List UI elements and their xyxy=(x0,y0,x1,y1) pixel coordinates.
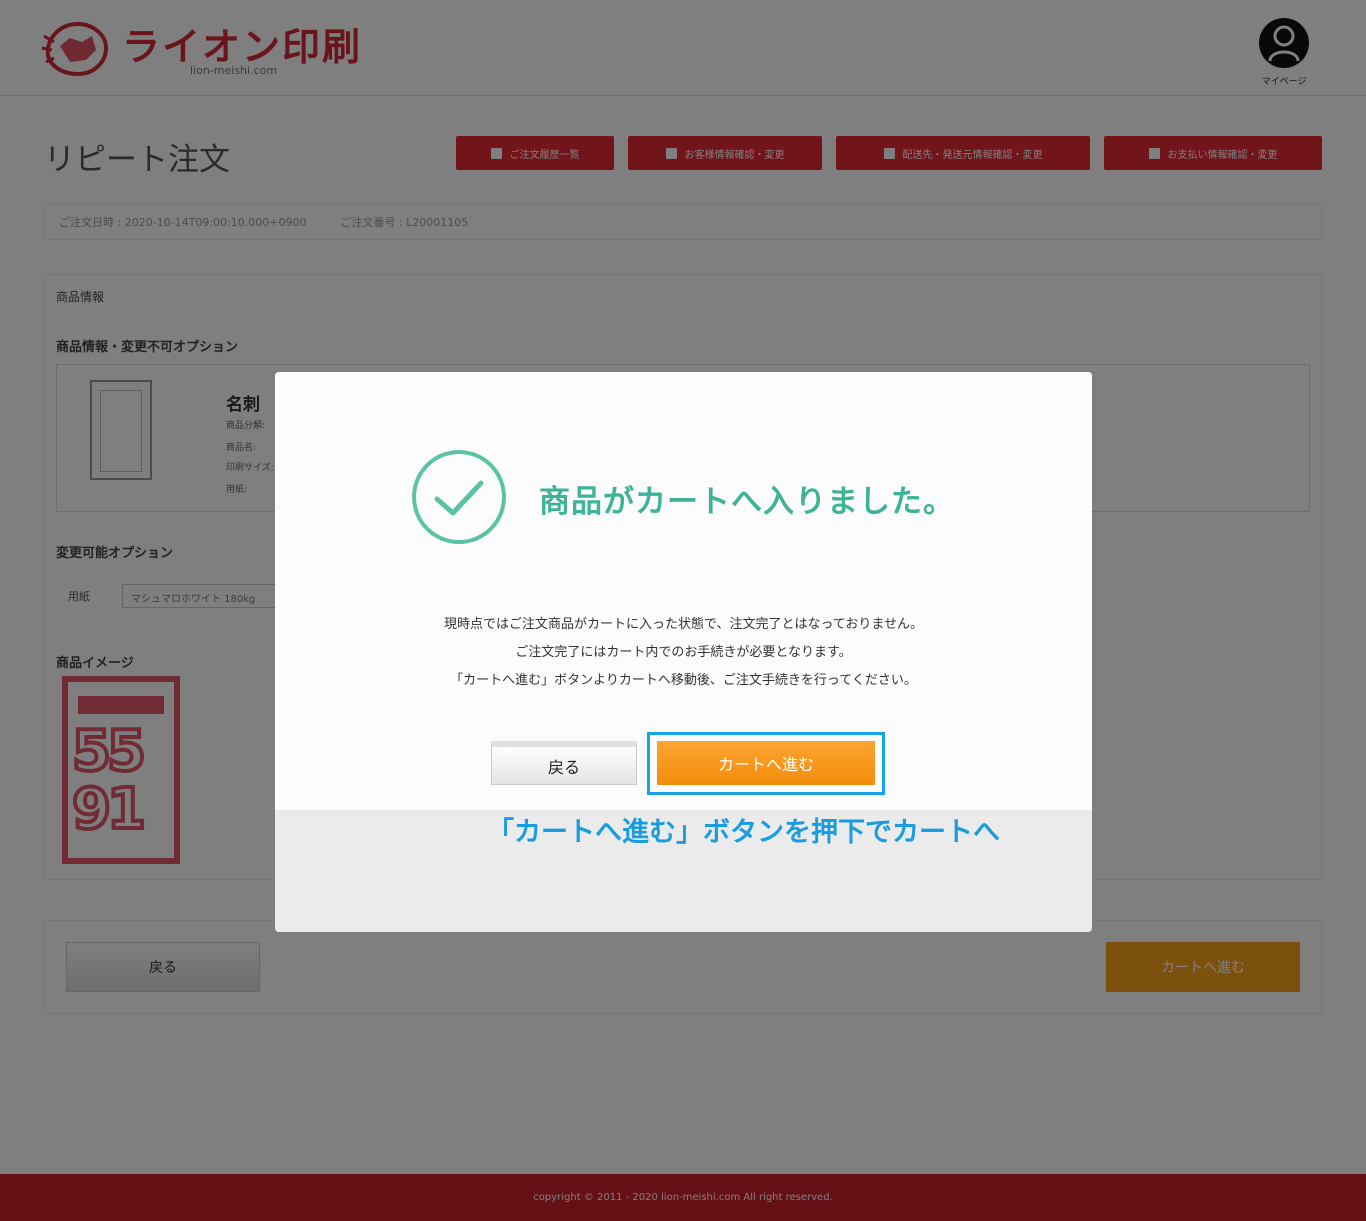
modal-message: ご注文完了にはカート内でのお手続きが必要となります。 xyxy=(515,645,852,660)
modal-title: 商品がカートへ入りました。 xyxy=(539,484,955,520)
instruction-annotation: 「カートへ進む」ボタンを押下でカートへ xyxy=(487,817,1000,848)
modal-message: 現時点ではご注文商品がカートに入った状態で、注文完了とはなっておりません。 xyxy=(443,617,924,632)
modal-back-button[interactable]: 戻る xyxy=(491,741,637,785)
cart-added-modal: 商品がカートへ入りました。 現時点ではご注文商品がカートに入った状態で、注文完了… xyxy=(275,372,1092,932)
check-circle-icon xyxy=(412,450,506,544)
modal-proceed-to-cart-button[interactable]: カートへ進む xyxy=(657,741,875,785)
modal-message: 「カートへ進む」ボタンよりカートへ移動後、ご注文手続きを行ってください。 xyxy=(450,673,917,688)
